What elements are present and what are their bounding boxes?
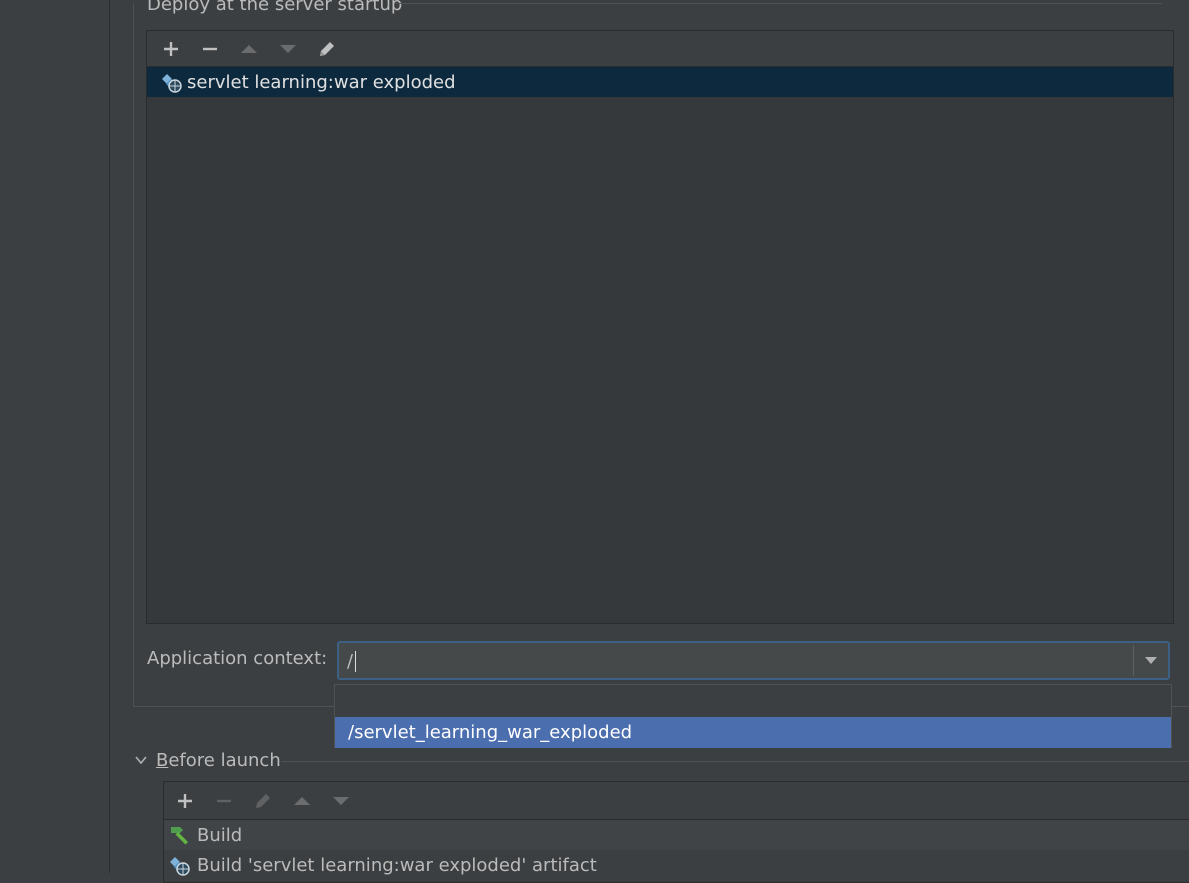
move-down-button[interactable] (268, 31, 307, 67)
arrow-down-icon (279, 44, 296, 53)
move-task-up-button[interactable] (282, 783, 321, 819)
plus-icon (163, 41, 178, 56)
before-launch-panel: Build Build 'servlet learning:war explod… (163, 781, 1189, 883)
artifact-label: servlet learning:war exploded (187, 71, 456, 93)
add-artifact-button[interactable] (151, 31, 190, 67)
before-launch-header[interactable]: Before launch (133, 747, 281, 773)
artifact-web-icon (167, 853, 193, 877)
chevron-down-icon (1145, 657, 1157, 664)
plus-icon (177, 793, 192, 808)
task-label: Build 'servlet learning:war exploded' ar… (197, 854, 597, 876)
application-context-combobox[interactable] (337, 641, 1170, 680)
application-context-label: Application context: (147, 648, 328, 669)
application-context-input[interactable] (347, 649, 1128, 673)
edit-task-button[interactable] (243, 783, 282, 819)
deploy-artifacts-panel: servlet learning:war exploded (146, 30, 1174, 624)
artifact-web-icon (159, 70, 185, 94)
left-settings-pane (0, 0, 110, 873)
arrow-up-icon (240, 44, 257, 53)
before-launch-title-rest: efore launch (168, 749, 281, 771)
section-separator (396, 3, 1162, 4)
task-label: Build (197, 824, 243, 846)
minus-icon (216, 799, 231, 802)
arrow-up-icon (293, 796, 310, 805)
before-launch-separator (281, 761, 1189, 762)
minus-icon (202, 47, 217, 50)
add-task-button[interactable] (165, 783, 204, 819)
edit-pencil-icon (319, 41, 334, 56)
arrow-down-icon (332, 796, 349, 805)
before-launch-title: Before launch (156, 750, 281, 771)
before-launch-toolbar (164, 782, 1189, 820)
chevron-down-icon (135, 756, 147, 765)
remove-task-button[interactable] (204, 783, 243, 819)
text-caret (355, 651, 356, 672)
move-up-button[interactable] (229, 31, 268, 67)
application-context-dropdown: /servlet_learning_war_exploded (334, 684, 1172, 748)
edit-pencil-icon (255, 793, 270, 808)
move-task-down-button[interactable] (321, 783, 360, 819)
list-item[interactable]: servlet learning:war exploded (147, 67, 1173, 97)
dropdown-toggle-button[interactable] (1134, 643, 1168, 678)
list-item[interactable]: Build 'servlet learning:war exploded' ar… (164, 850, 1189, 880)
dropdown-option-empty[interactable] (335, 685, 1171, 716)
deploy-section-title: Deploy at the server startup (147, 0, 403, 15)
remove-artifact-button[interactable] (190, 31, 229, 67)
deploy-artifact-list[interactable]: servlet learning:war exploded (147, 67, 1173, 623)
deploy-toolbar (147, 31, 1173, 67)
dropdown-option-servlet-learning[interactable]: /servlet_learning_war_exploded (335, 717, 1171, 748)
before-launch-mnemonic: B (156, 749, 169, 771)
edit-artifact-button[interactable] (307, 31, 346, 67)
build-hammer-icon (167, 823, 193, 847)
list-item[interactable]: Build (164, 820, 1189, 850)
